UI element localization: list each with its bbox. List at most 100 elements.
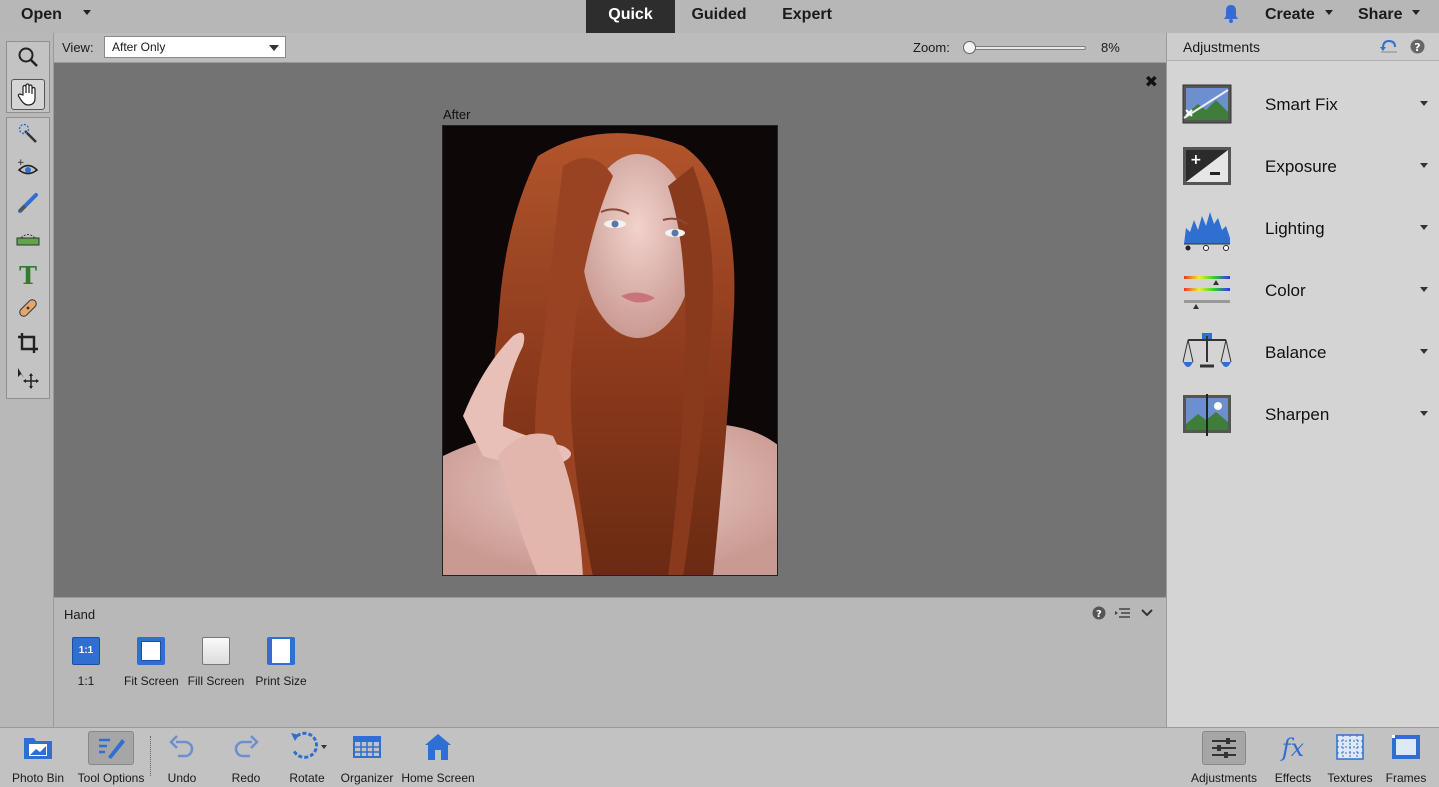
undo-button[interactable]: Undo bbox=[160, 728, 204, 787]
separator bbox=[150, 736, 151, 776]
home-icon bbox=[423, 732, 453, 765]
enhance-tools-group: + T bbox=[6, 117, 50, 399]
view-label: View: bbox=[62, 40, 94, 55]
zoom-slider-thumb[interactable] bbox=[963, 41, 976, 54]
chevron-down-icon bbox=[1420, 349, 1428, 354]
tab-expert[interactable]: Expert bbox=[763, 0, 851, 33]
actual-pixels-icon: 1:1 bbox=[72, 637, 100, 665]
organizer-grid-icon bbox=[353, 735, 381, 762]
zoom-1to1-label: 1:1 bbox=[77, 674, 95, 688]
close-icon[interactable]: ✖ bbox=[1145, 75, 1158, 91]
adjustment-lighting[interactable]: Lighting bbox=[1167, 208, 1439, 270]
share-menu-button[interactable]: Share bbox=[1358, 0, 1421, 33]
panel-menu-icon[interactable] bbox=[1115, 606, 1131, 623]
home-screen-button[interactable]: Home Screen bbox=[398, 728, 478, 787]
top-menu-bar: Open Quick Guided Expert Create Share bbox=[0, 0, 1439, 33]
home-screen-label: Home Screen bbox=[401, 771, 475, 785]
tab-guided-label: Guided bbox=[691, 6, 747, 23]
smart-fix-label: Smart Fix bbox=[1265, 95, 1338, 114]
adjustments-button[interactable]: Adjustments bbox=[1187, 728, 1261, 787]
balance-scale-icon bbox=[1182, 332, 1232, 372]
color-label: Color bbox=[1265, 281, 1306, 300]
photo-bin-label: Photo Bin bbox=[11, 771, 65, 785]
adjustments-title: Adjustments bbox=[1183, 39, 1261, 55]
lighting-label: Lighting bbox=[1265, 219, 1325, 238]
rotate-button[interactable]: Rotate bbox=[284, 728, 330, 787]
undo-icon bbox=[168, 733, 196, 764]
chevron-down-icon bbox=[1412, 10, 1421, 16]
quick-selection-icon bbox=[17, 122, 39, 149]
redo-label: Redo bbox=[231, 771, 261, 785]
crop-tool[interactable] bbox=[7, 328, 49, 363]
frames-icon bbox=[1391, 734, 1421, 763]
textures-label: Textures bbox=[1327, 771, 1373, 785]
collapse-chevron-icon[interactable] bbox=[1141, 606, 1153, 621]
hand-tool[interactable] bbox=[7, 77, 49, 112]
adjustment-sharpen[interactable]: Sharpen bbox=[1167, 394, 1439, 456]
rotate-label: Rotate bbox=[289, 771, 325, 785]
adjustment-exposure[interactable]: + Exposure bbox=[1167, 146, 1439, 208]
bandage-icon bbox=[17, 297, 39, 324]
reset-icon[interactable] bbox=[1380, 39, 1398, 58]
type-tool[interactable]: T bbox=[7, 258, 49, 293]
tab-quick-label: Quick bbox=[608, 6, 653, 23]
tool-options-button[interactable]: Tool Options bbox=[75, 728, 147, 787]
chevron-down-icon bbox=[1420, 287, 1428, 292]
red-eye-tool[interactable]: + bbox=[7, 153, 49, 188]
help-icon[interactable]: ? bbox=[1092, 606, 1106, 623]
adjustments-sliders-icon bbox=[1202, 731, 1246, 765]
create-menu-button[interactable]: Create bbox=[1265, 0, 1333, 33]
zoom-slider-track[interactable] bbox=[963, 46, 1086, 50]
sharpen-icon bbox=[1182, 394, 1232, 436]
open-label: Open bbox=[21, 6, 62, 23]
zoom-tool[interactable] bbox=[7, 42, 49, 77]
tab-guided[interactable]: Guided bbox=[675, 0, 763, 33]
undo-label: Undo bbox=[167, 771, 197, 785]
tool-options-icon bbox=[88, 731, 134, 765]
view-tools-group bbox=[6, 41, 50, 113]
image-canvas[interactable]: ✖ After bbox=[54, 63, 1166, 597]
tab-quick[interactable]: Quick bbox=[586, 0, 675, 33]
adjustment-smart-fix[interactable]: Smart Fix bbox=[1167, 84, 1439, 146]
textures-button[interactable]: Textures bbox=[1323, 728, 1377, 787]
toolbox: + T bbox=[0, 33, 54, 727]
view-dropdown[interactable]: After Only bbox=[104, 36, 286, 58]
photo-preview[interactable] bbox=[442, 125, 778, 576]
help-icon[interactable]: ? bbox=[1410, 39, 1425, 59]
redo-button[interactable]: Redo bbox=[224, 728, 268, 787]
exposure-label: Exposure bbox=[1265, 157, 1337, 176]
svg-text:+: + bbox=[17, 158, 25, 168]
create-label: Create bbox=[1265, 6, 1315, 23]
view-options-bar: View: After Only Zoom: 8% bbox=[54, 33, 1166, 63]
spot-healing-tool[interactable] bbox=[7, 293, 49, 328]
quick-selection-tool[interactable] bbox=[7, 118, 49, 153]
straighten-tool[interactable] bbox=[7, 223, 49, 258]
organizer-button[interactable]: Organizer bbox=[338, 728, 396, 787]
whiten-teeth-tool[interactable] bbox=[7, 188, 49, 223]
fill-screen-button[interactable]: Fill Screen bbox=[186, 637, 246, 688]
zoom-1to1-button[interactable]: 1:1 1:1 bbox=[72, 637, 100, 688]
svg-text:?: ? bbox=[1414, 41, 1420, 54]
balance-label: Balance bbox=[1265, 343, 1327, 362]
rotate-icon bbox=[287, 731, 327, 766]
sharpen-label: Sharpen bbox=[1265, 405, 1330, 424]
move-tool[interactable] bbox=[7, 363, 49, 398]
fit-screen-label: Fit Screen bbox=[124, 674, 179, 688]
fit-screen-button[interactable]: Fit Screen bbox=[124, 637, 179, 688]
adjustment-color[interactable]: Color bbox=[1167, 270, 1439, 332]
print-size-label: Print Size bbox=[255, 674, 307, 688]
organizer-label: Organizer bbox=[340, 771, 394, 785]
zoom-label: Zoom: bbox=[913, 40, 950, 55]
straighten-icon bbox=[16, 229, 40, 252]
open-menu-button[interactable]: Open bbox=[21, 0, 91, 33]
photo-bin-button[interactable]: Photo Bin bbox=[8, 728, 68, 787]
fit-screen-icon bbox=[137, 637, 165, 665]
chevron-down-icon bbox=[1420, 163, 1428, 168]
chevron-down-icon bbox=[1420, 101, 1428, 106]
adjustment-balance[interactable]: Balance bbox=[1167, 332, 1439, 394]
print-size-button[interactable]: Print Size bbox=[253, 637, 309, 688]
hand-icon bbox=[11, 79, 45, 110]
portrait-image bbox=[443, 126, 777, 575]
frames-button[interactable]: Frames bbox=[1383, 728, 1429, 787]
effects-button[interactable]: fx Effects bbox=[1270, 728, 1316, 787]
